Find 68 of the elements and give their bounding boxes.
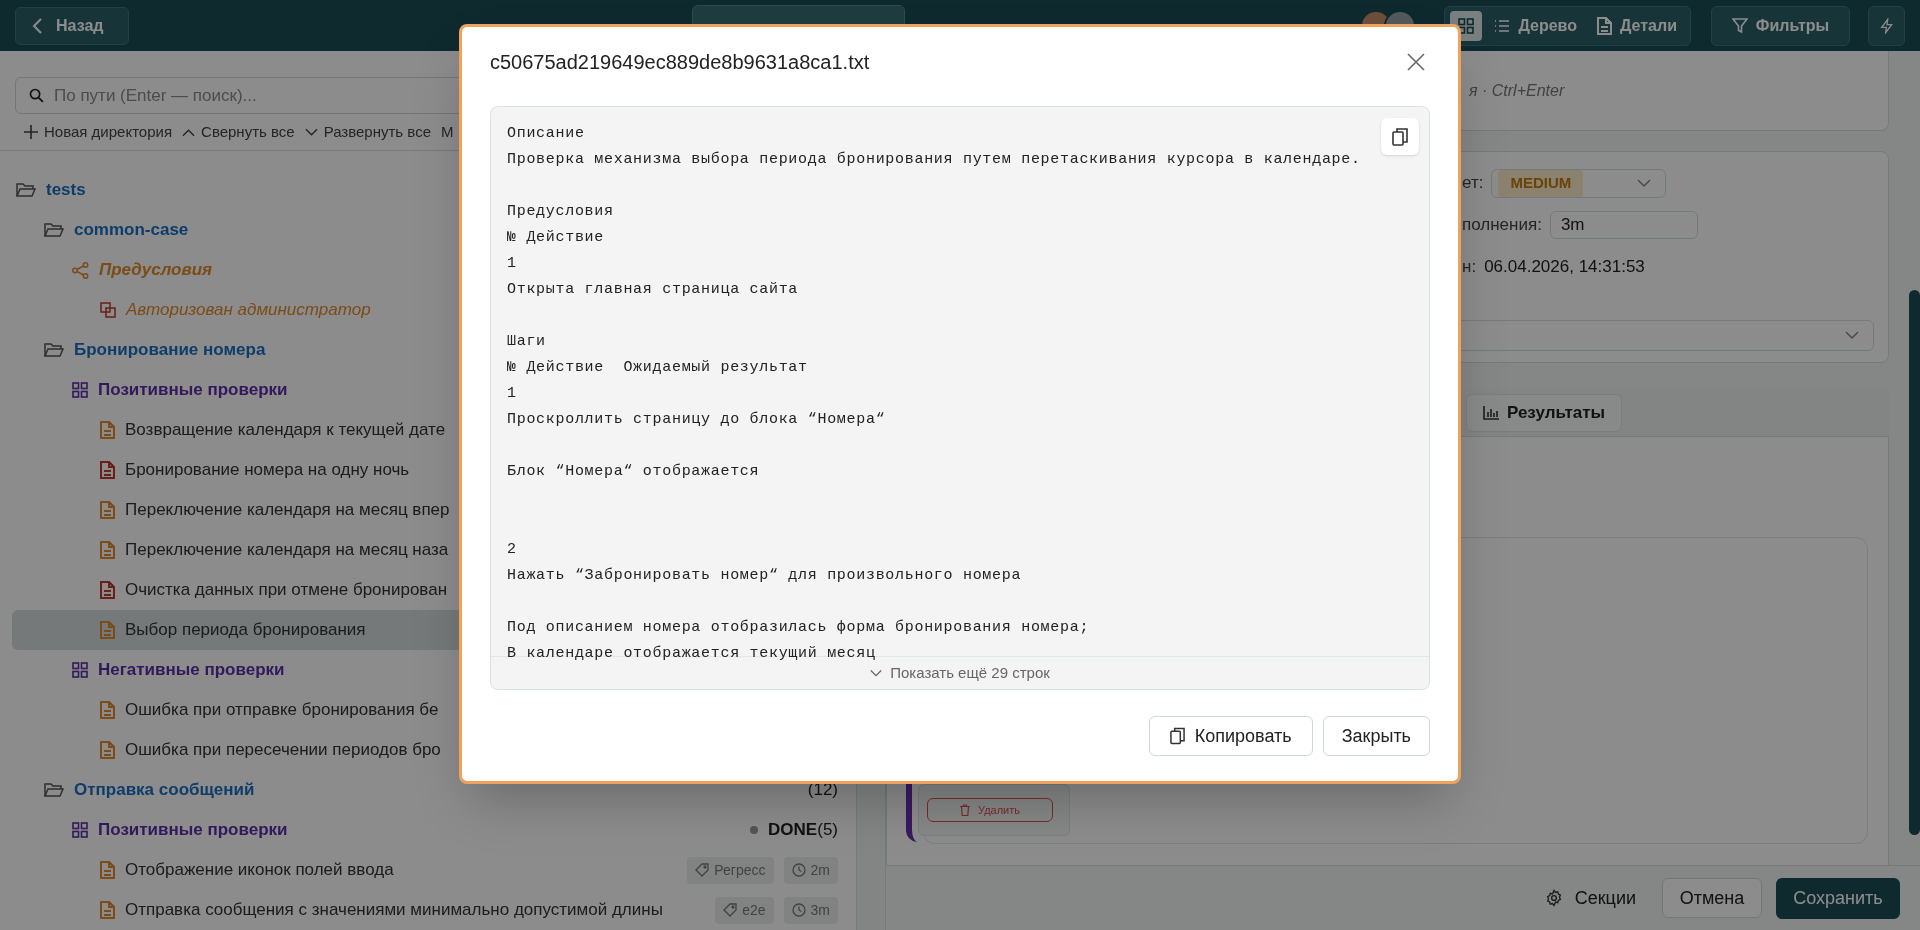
dialog-title: c50675ad219649ec889de8b9631a8ca1.txt [490, 50, 870, 75]
folder-icon [16, 182, 36, 198]
grid-icon [72, 822, 88, 838]
toolbar-button[interactable]: Новая директория [24, 120, 173, 144]
tree-item[interactable]: Отправка сообщения с значениями минимально допустимой длины e2e 3m [12, 890, 856, 930]
delete-button[interactable]: Удалить [927, 798, 1053, 822]
toolbar-button[interactable]: Развернуть все [304, 120, 431, 144]
toolbar-button[interactable]: М [441, 120, 454, 144]
scrollbar[interactable] [1909, 290, 1920, 835]
created-date: 06.04.2026, 14:31:53 [1484, 256, 1645, 279]
view-tab[interactable]: Дерево [1486, 10, 1585, 41]
folder-icon [44, 782, 64, 798]
tag-chip: e2e [715, 896, 774, 924]
sections-button[interactable]: Секции [1532, 878, 1648, 918]
overlapping-squares-icon [100, 302, 116, 318]
count-label: (5) [817, 819, 838, 842]
chevron-down-icon [1845, 330, 1859, 340]
duration-chip: 2m [783, 856, 838, 884]
chevron-down-icon [1637, 178, 1652, 188]
hint-text: я · Ctrl+Enter [1469, 80, 1565, 101]
tree-item[interactable]: Отображение иконок полей ввода Регресс 2m [12, 850, 856, 890]
clock-icon [791, 903, 806, 917]
grid-icon [1458, 17, 1475, 34]
back-button[interactable]: Назад [15, 6, 129, 45]
tag-chip: Регресс [687, 856, 774, 884]
copy-button[interactable]: Копировать [1148, 716, 1313, 756]
field-label: полнения: [1462, 214, 1542, 237]
grid-icon [72, 662, 88, 678]
cancel-button[interactable]: Отмена [1662, 878, 1762, 918]
search-icon [28, 87, 45, 104]
trash-icon [960, 804, 970, 816]
status-label: DONE [768, 819, 818, 842]
duration-input[interactable]: 3m [1549, 211, 1698, 239]
save-button[interactable]: Сохранить [1776, 877, 1900, 919]
results-tab[interactable]: Результаты [1466, 393, 1622, 432]
list-icon [1494, 18, 1511, 33]
settings-icon [1544, 889, 1563, 907]
close-icon [1407, 53, 1425, 71]
copy-icon [1392, 127, 1408, 146]
tree-item[interactable]: Ошибка при отправке бронирования бе [12, 690, 856, 730]
toolbar-button[interactable]: Свернуть все [182, 120, 295, 144]
tag-icon [695, 863, 710, 877]
filter-icon [1731, 17, 1748, 34]
chevron-down-icon [304, 127, 318, 137]
share-icon [72, 261, 89, 279]
copy-icon [1169, 727, 1185, 745]
filters-button[interactable]: Фильтры [1711, 5, 1850, 46]
view-tab[interactable]: Детали [1589, 10, 1685, 41]
quick-action-button[interactable] [1868, 5, 1905, 46]
tree-item[interactable]: Позитивные проверки DONE(5) [12, 810, 856, 850]
field-label: ет: [1462, 172, 1484, 195]
duration-chip: 3m [783, 896, 838, 924]
field-label: н: [1462, 256, 1477, 279]
chevron-left-icon [32, 17, 44, 34]
chevron-up-icon [182, 127, 196, 137]
bar-chart-icon [1483, 405, 1499, 420]
chevron-down-icon [870, 668, 883, 678]
plus-icon [24, 125, 38, 139]
folder-icon [44, 342, 64, 358]
tree-item[interactable]: Ошибка при пересечении периодов бро [12, 730, 856, 770]
lightning-icon [1878, 17, 1895, 34]
tag-icon [723, 903, 738, 917]
grid-icon [72, 382, 88, 398]
clock-icon [791, 863, 806, 877]
folder-icon [44, 222, 64, 238]
copy-button[interactable] [1381, 118, 1419, 155]
document-icon [1597, 16, 1612, 35]
close-button[interactable]: Закрыть [1322, 716, 1430, 756]
